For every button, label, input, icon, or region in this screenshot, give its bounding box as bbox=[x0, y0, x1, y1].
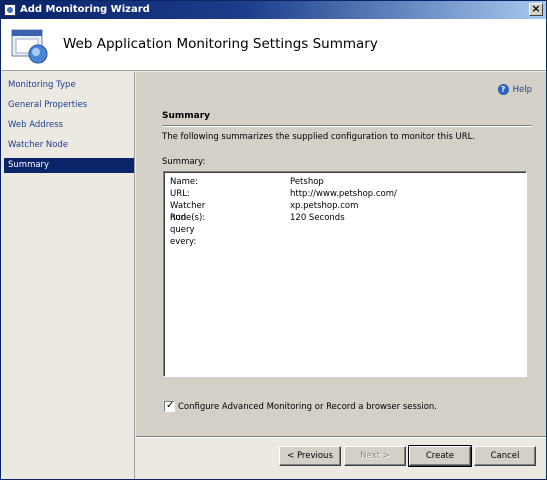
summary-textbox[interactable]: Name: Petshop URL: http://www.petshop.co… bbox=[163, 171, 527, 377]
footer-divider bbox=[136, 436, 546, 438]
create-button[interactable]: Create bbox=[408, 445, 472, 467]
nav-item-web-address[interactable]: Web Address bbox=[4, 118, 134, 133]
summary-key: Run query every: bbox=[170, 213, 197, 247]
summary-value: 120 Seconds bbox=[290, 213, 345, 223]
advanced-monitoring-checkbox[interactable] bbox=[164, 400, 175, 412]
summary-value: Petshop bbox=[290, 177, 324, 187]
wizard-header: Web Application Monitoring Settings Summ… bbox=[1, 19, 546, 71]
cancel-button[interactable]: Cancel bbox=[474, 446, 536, 466]
help-label: Help bbox=[512, 85, 532, 95]
wizard-nav: Monitoring Type General Properties Web A… bbox=[1, 72, 135, 479]
summary-value: xp.petshop.com bbox=[290, 201, 359, 211]
previous-button[interactable]: < Previous bbox=[279, 446, 341, 466]
section-title: Summary bbox=[162, 111, 211, 121]
help-link[interactable]: ? Help bbox=[497, 84, 532, 96]
summary-key: URL: bbox=[170, 189, 190, 199]
next-button[interactable]: Next > bbox=[344, 446, 406, 466]
nav-item-monitoring-type[interactable]: Monitoring Type bbox=[4, 78, 134, 93]
nav-item-summary[interactable]: Summary bbox=[4, 158, 134, 173]
section-divider bbox=[162, 125, 532, 127]
wizard-app-icon bbox=[4, 4, 16, 16]
summary-key: Name: bbox=[170, 177, 198, 187]
nav-item-general-properties[interactable]: General Properties bbox=[4, 98, 134, 113]
page-title: Web Application Monitoring Settings Summ… bbox=[63, 36, 378, 52]
summary-label: Summary: bbox=[162, 157, 206, 167]
summary-value: http://www.petshop.com/ bbox=[290, 189, 397, 199]
advanced-monitoring-label: Configure Advanced Monitoring or Record … bbox=[178, 402, 437, 412]
title-bar: Add Monitoring Wizard × bbox=[1, 1, 546, 19]
close-button[interactable]: × bbox=[529, 3, 543, 16]
nav-item-watcher-node[interactable]: Watcher Node bbox=[4, 138, 134, 153]
help-icon: ? bbox=[497, 84, 509, 95]
add-monitoring-wizard-window: Add Monitoring Wizard × Web Application … bbox=[0, 0, 547, 480]
monitor-window-icon bbox=[11, 29, 48, 64]
advanced-monitoring-option[interactable]: Configure Advanced Monitoring or Record … bbox=[164, 400, 437, 413]
main-panel: ? Help Summary The following summarizes t… bbox=[136, 72, 546, 436]
description-text: The following summarizes the supplied co… bbox=[162, 132, 476, 142]
window-title: Add Monitoring Wizard bbox=[20, 4, 150, 15]
